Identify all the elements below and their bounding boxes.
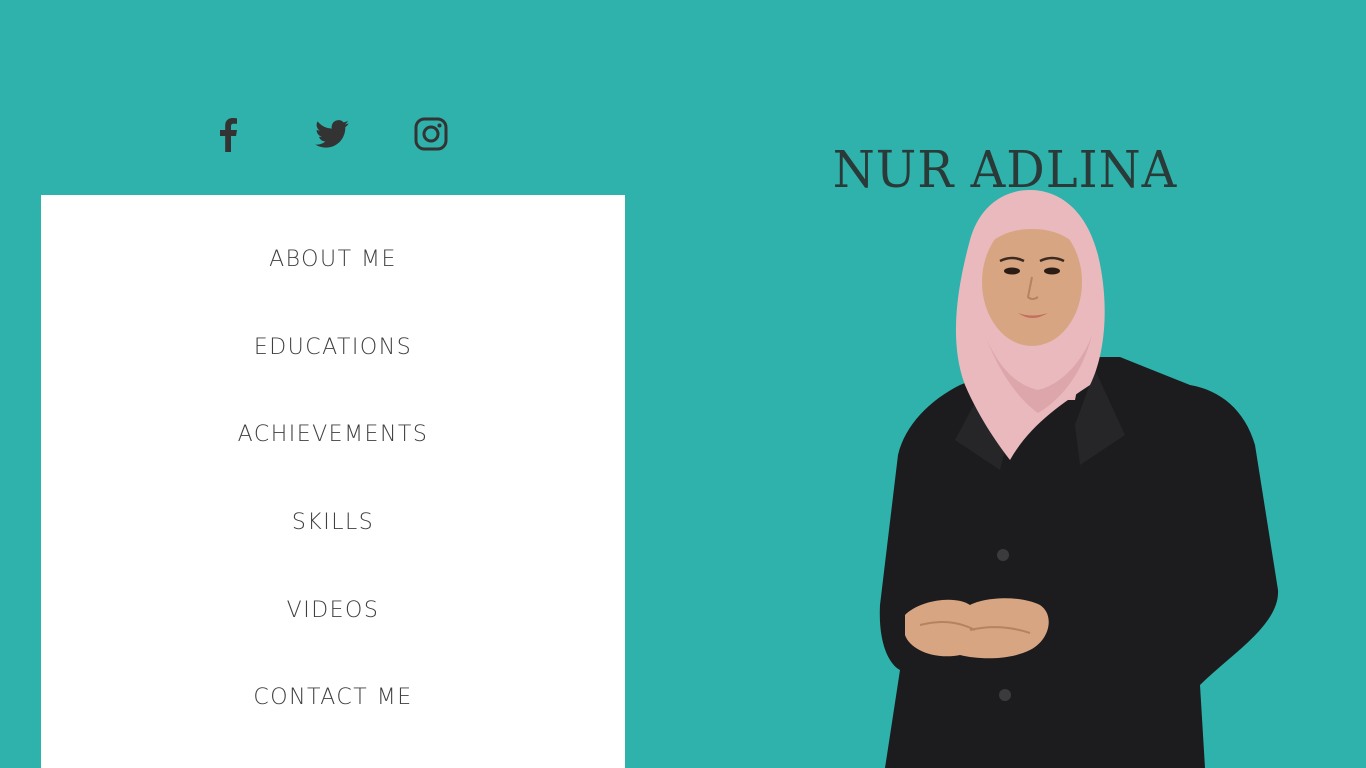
menu-item-contact-me[interactable]: CONTACT ME <box>41 683 625 713</box>
navigation-menu: ABOUT ME EDUCATIONS ACHIEVEMENTS SKILLS … <box>41 195 625 768</box>
menu-item-skills[interactable]: SKILLS <box>41 508 625 538</box>
profile-photo <box>879 190 1279 768</box>
instagram-icon[interactable] <box>411 114 451 154</box>
menu-item-videos[interactable]: VIDEOS <box>41 596 625 626</box>
menu-item-achievements[interactable]: ACHIEVEMENTS <box>41 420 625 450</box>
facebook-icon[interactable] <box>208 114 248 154</box>
twitter-icon[interactable] <box>312 114 352 154</box>
social-links <box>0 114 666 154</box>
menu-item-educations[interactable]: EDUCATIONS <box>41 333 625 363</box>
menu-item-about-me[interactable]: ABOUT ME <box>41 245 625 275</box>
